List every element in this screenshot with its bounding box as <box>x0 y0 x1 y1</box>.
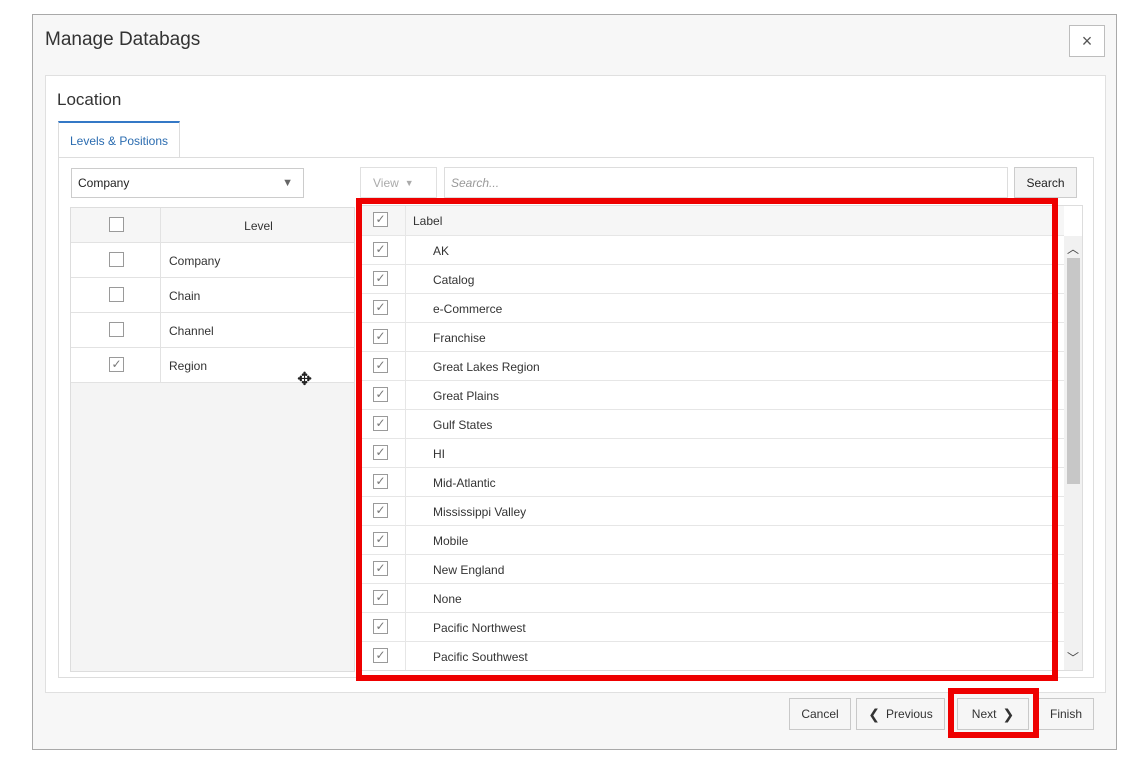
label-column-header: Label <box>413 214 443 228</box>
level-checkbox[interactable]: ✓ <box>109 357 124 372</box>
list-item[interactable]: ✓ None <box>360 584 1064 613</box>
section-title: Location <box>57 90 122 109</box>
positions-grid-header: ✓ Label <box>360 206 1064 236</box>
position-label: Mississippi Valley <box>433 505 527 519</box>
position-label: Great Lakes Region <box>433 360 540 374</box>
list-item[interactable]: ✓ e-Commerce <box>360 294 1064 323</box>
chevron-down-icon[interactable]: ﹀ <box>1067 649 1079 666</box>
position-label: Mid-Atlantic <box>433 476 496 490</box>
location-panel: Location Levels & Positions Company ▼ Le… <box>45 75 1106 693</box>
list-item[interactable]: ✓ Franchise <box>360 323 1064 352</box>
chevron-right-icon: ❯ <box>1002 705 1015 722</box>
position-label: HI <box>433 447 445 461</box>
position-checkbox[interactable]: ✓ <box>373 619 388 634</box>
level-table-header: Level <box>71 208 354 243</box>
list-item[interactable]: ✓ Great Lakes Region <box>360 352 1064 381</box>
position-label: Great Plains <box>433 389 500 403</box>
finish-button[interactable]: Finish <box>1038 698 1094 730</box>
list-item[interactable]: ✓ Gulf States <box>360 410 1064 439</box>
position-checkbox[interactable]: ✓ <box>373 474 388 489</box>
position-label: AK <box>433 244 450 258</box>
select-all-levels-checkbox[interactable] <box>109 217 124 232</box>
position-checkbox[interactable]: ✓ <box>373 242 388 257</box>
position-checkbox[interactable]: ✓ <box>373 532 388 547</box>
close-button[interactable]: × <box>1069 25 1105 57</box>
position-checkbox[interactable]: ✓ <box>373 445 388 460</box>
view-label: View <box>373 175 399 190</box>
list-item[interactable]: ✓ Mobile <box>360 526 1064 555</box>
level-label: Chain <box>169 289 201 303</box>
select-all-positions-checkbox[interactable]: ✓ <box>373 212 388 227</box>
position-checkbox[interactable]: ✓ <box>373 387 388 402</box>
chevron-left-icon: ❮ <box>868 705 881 722</box>
level-label: Channel <box>169 324 214 338</box>
list-item[interactable]: ✓ Pacific Northwest <box>360 613 1064 642</box>
position-label: None <box>433 592 462 606</box>
list-item[interactable]: ✓ Mississippi Valley <box>360 497 1064 526</box>
position-label: Mobile <box>433 534 469 548</box>
position-checkbox[interactable]: ✓ <box>373 271 388 286</box>
level-checkbox[interactable] <box>109 287 124 302</box>
position-checkbox[interactable]: ✓ <box>373 648 388 663</box>
list-item[interactable]: ✓ Mid-Atlantic <box>360 468 1064 497</box>
level-label: Region <box>169 359 208 373</box>
list-item[interactable]: ✓ New England <box>360 555 1064 584</box>
list-item[interactable]: ✓ Great Plains <box>360 381 1064 410</box>
close-icon: × <box>1081 30 1093 51</box>
chevron-down-icon: ▼ <box>282 177 293 189</box>
level-label: Company <box>169 254 221 268</box>
scrollbar-thumb[interactable] <box>1067 258 1080 484</box>
position-checkbox[interactable]: ✓ <box>373 561 388 576</box>
position-checkbox[interactable]: ✓ <box>373 329 388 344</box>
search-button[interactable]: Search <box>1014 167 1077 198</box>
position-checkbox[interactable]: ✓ <box>373 590 388 605</box>
position-label: Franchise <box>433 331 486 345</box>
tab-content: Company ▼ Level Company Chain Channel ✓ … <box>58 157 1094 678</box>
list-item[interactable]: ✓ Pacific Southwest <box>360 642 1064 670</box>
positions-grid: ✓ Label ✓ AK ✓ Catalog ✓ e-Commerce ✓ Franch… <box>359 205 1083 671</box>
position-label: Pacific Southwest <box>433 650 528 664</box>
level-select-value: Company <box>78 176 130 190</box>
next-button[interactable]: Next ❯ <box>957 698 1029 730</box>
cancel-button[interactable]: Cancel <box>789 698 851 730</box>
view-menu-button[interactable]: View ▼ <box>360 167 437 198</box>
level-checkbox[interactable] <box>109 252 124 267</box>
table-row[interactable]: Chain <box>71 278 354 313</box>
search-input[interactable]: Search... <box>444 167 1008 198</box>
position-label: Catalog <box>433 273 475 287</box>
position-label: Pacific Northwest <box>433 621 526 635</box>
list-item[interactable]: ✓ AK <box>360 236 1064 265</box>
position-checkbox[interactable]: ✓ <box>373 503 388 518</box>
previous-button[interactable]: ❮ Previous <box>856 698 945 730</box>
move-cursor-icon: ✥ <box>297 369 313 389</box>
next-label: Next <box>971 707 997 721</box>
position-label: Gulf States <box>433 418 493 432</box>
vertical-scrollbar[interactable]: ︿ ﹀ <box>1064 236 1082 670</box>
position-checkbox[interactable]: ✓ <box>373 300 388 315</box>
level-column-header: Level <box>244 219 273 233</box>
dialog-title: Manage Databags <box>45 29 201 50</box>
chevron-down-icon: ▼ <box>404 177 414 188</box>
position-checkbox[interactable]: ✓ <box>373 416 388 431</box>
level-checkbox[interactable] <box>109 322 124 337</box>
tab-levels-positions[interactable]: Levels & Positions <box>58 121 180 158</box>
level-table: Level Company Chain Channel ✓ Region <box>70 207 355 672</box>
position-label: e-Commerce <box>433 302 503 316</box>
list-item[interactable]: ✓ HI <box>360 439 1064 468</box>
chevron-up-icon[interactable]: ︿ <box>1067 240 1079 257</box>
table-row[interactable]: Channel <box>71 313 354 348</box>
list-item[interactable]: ✓ Catalog <box>360 265 1064 294</box>
position-label: New England <box>433 563 505 577</box>
dialog-header: Manage Databags × <box>33 15 1116 67</box>
previous-label: Previous <box>886 707 933 721</box>
table-row[interactable]: Company <box>71 243 354 278</box>
manage-databags-dialog: Manage Databags × Location Levels & Posi… <box>32 14 1117 750</box>
level-select[interactable]: Company ▼ <box>71 168 304 198</box>
position-checkbox[interactable]: ✓ <box>373 358 388 373</box>
